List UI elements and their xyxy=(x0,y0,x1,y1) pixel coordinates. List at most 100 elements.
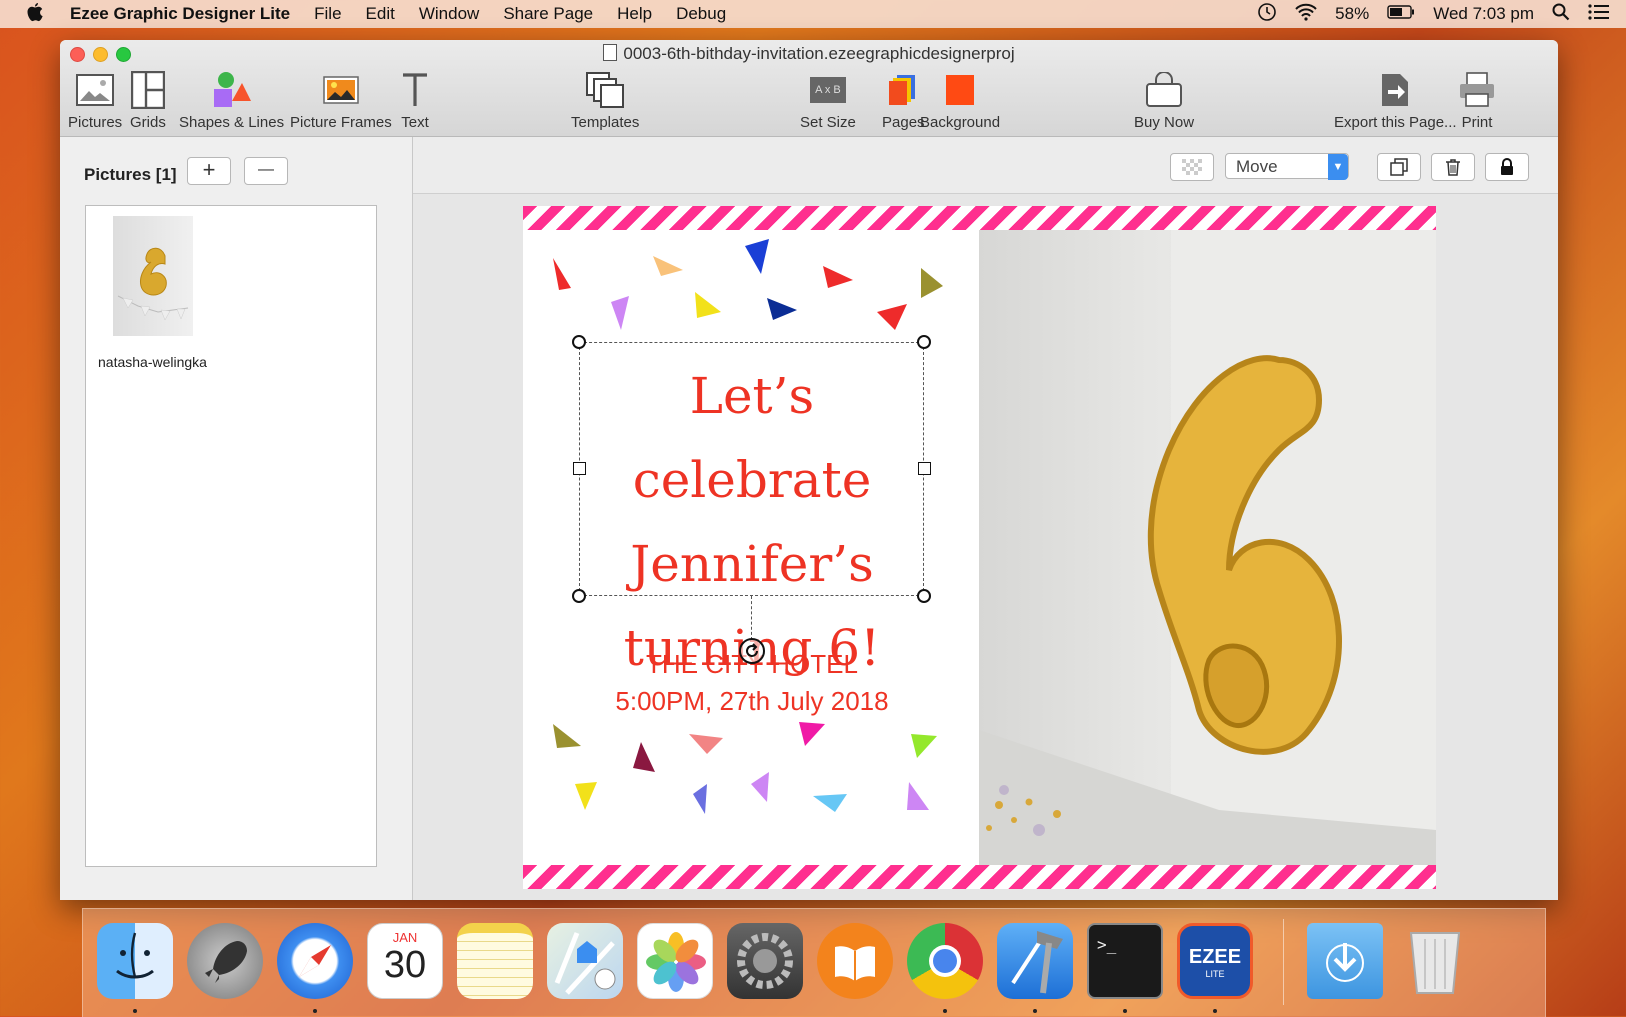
wifi-icon[interactable] xyxy=(1295,3,1317,26)
picture-list: natasha-welingka xyxy=(85,205,377,867)
templates-tool-button[interactable]: Templates xyxy=(571,70,639,131)
safari-icon[interactable] xyxy=(277,923,353,999)
ezee-designer-icon[interactable]: EZEE LITE xyxy=(1177,923,1253,999)
maps-icon[interactable] xyxy=(547,923,623,999)
clock[interactable]: Wed 7:03 pm xyxy=(1433,4,1534,24)
duplicate-button[interactable] xyxy=(1377,153,1421,181)
terminal-icon[interactable]: >_ xyxy=(1087,923,1163,999)
dock-separator xyxy=(1283,919,1284,1005)
text-icon xyxy=(401,70,429,110)
menu-share-page[interactable]: Share Page xyxy=(503,4,593,24)
shapes-tool-button[interactable]: Shapes & Lines xyxy=(179,70,284,131)
spotlight-search-icon[interactable] xyxy=(1552,3,1570,26)
trash-icon xyxy=(1446,159,1460,176)
window-title: 0003-6th-bithday-invitation.ezeegraphicd… xyxy=(60,44,1558,64)
lock-icon xyxy=(1501,158,1513,175)
running-indicator xyxy=(1213,1009,1217,1013)
calendar-month: JAN xyxy=(392,930,418,945)
photos-icon[interactable] xyxy=(637,923,713,999)
printer-icon xyxy=(1458,70,1496,110)
ezee-label: EZEE xyxy=(1188,946,1242,968)
notes-icon[interactable] xyxy=(457,923,533,999)
pages-icon xyxy=(887,70,919,110)
canvas-area: Move ▼ Let’s celebrate Jennifer’s turnin… xyxy=(413,137,1558,900)
design-page[interactable]: Let’s celebrate Jennifer’s turning 6! TH… xyxy=(523,206,1436,889)
running-indicator xyxy=(313,1009,317,1013)
templates-label: Templates xyxy=(571,114,640,131)
running-indicator xyxy=(943,1009,947,1013)
rotation-connector xyxy=(751,596,752,640)
balloon-photo[interactable] xyxy=(979,230,1436,865)
add-picture-button[interactable]: + xyxy=(187,157,231,185)
finder-icon[interactable] xyxy=(97,923,173,999)
pictures-panel: Pictures [1] + — natasha-welingka xyxy=(60,137,413,900)
tool-mode-value: Move xyxy=(1236,157,1278,176)
downloads-folder-icon[interactable] xyxy=(1307,923,1383,999)
delete-button[interactable] xyxy=(1431,153,1475,181)
ezee-sub-label: LITE xyxy=(1205,969,1225,979)
buy-now-button[interactable]: Buy Now xyxy=(1134,70,1194,131)
background-label: Background xyxy=(920,114,1001,131)
set-size-icon-text: A x B xyxy=(809,77,846,103)
resize-handle-left[interactable] xyxy=(573,462,586,475)
time-machine-icon[interactable] xyxy=(1257,2,1277,27)
text-tool-button[interactable]: Text xyxy=(401,70,429,131)
running-indicator xyxy=(133,1009,137,1013)
menu-window[interactable]: Window xyxy=(419,4,479,24)
picture-frames-tool-button[interactable]: Picture Frames xyxy=(290,70,392,131)
resize-handle-top-right[interactable] xyxy=(917,335,931,349)
pages-label: Pages xyxy=(882,114,925,131)
battery-percent[interactable]: 58% xyxy=(1335,4,1369,24)
pictures-tool-button[interactable]: Pictures xyxy=(68,70,122,131)
resize-handle-right[interactable] xyxy=(918,462,931,475)
system-preferences-icon[interactable] xyxy=(727,923,803,999)
window-title-text: 0003-6th-bithday-invitation.ezeegraphicd… xyxy=(623,44,1015,63)
pages-tool-button[interactable]: Pages xyxy=(882,70,925,131)
background-tool-button[interactable]: Background xyxy=(920,70,1000,131)
battery-icon[interactable] xyxy=(1387,4,1415,24)
bottom-stripe-border xyxy=(523,865,1436,889)
export-page-button[interactable]: Export this Page... xyxy=(1334,70,1457,131)
menu-debug[interactable]: Debug xyxy=(676,4,726,24)
resize-handle-bottom-left[interactable] xyxy=(572,589,586,603)
notification-center-icon[interactable] xyxy=(1588,3,1610,25)
buy-now-label: Buy Now xyxy=(1134,114,1195,131)
selection-box xyxy=(579,342,924,596)
grids-tool-button[interactable]: Grids xyxy=(130,70,166,131)
picture-thumbnail[interactable] xyxy=(113,216,193,336)
pictures-label: Pictures xyxy=(68,114,123,131)
set-size-icon: A x B xyxy=(809,70,846,110)
running-indicator xyxy=(1033,1009,1037,1013)
chrome-icon[interactable] xyxy=(907,923,983,999)
templates-icon xyxy=(585,70,625,110)
menu-file[interactable]: File xyxy=(314,4,341,24)
terminal-prompt: >_ xyxy=(1097,935,1117,954)
launchpad-icon[interactable] xyxy=(187,923,263,999)
print-button[interactable]: Print xyxy=(1458,70,1496,131)
resize-handle-bottom-right[interactable] xyxy=(917,589,931,603)
print-label: Print xyxy=(1461,114,1493,131)
rotate-handle-icon[interactable] xyxy=(739,638,765,664)
remove-picture-button[interactable]: — xyxy=(244,157,288,185)
tool-mode-select[interactable]: Move ▼ xyxy=(1225,153,1349,180)
status-area: 58% Wed 7:03 pm xyxy=(1257,0,1610,28)
menu-edit[interactable]: Edit xyxy=(366,4,395,24)
ibooks-icon[interactable] xyxy=(817,923,893,999)
menu-bar: Ezee Graphic Designer Lite File Edit Win… xyxy=(0,0,1626,28)
picture-caption: natasha-welingka xyxy=(98,354,207,370)
set-size-tool-button[interactable]: A x B Set Size xyxy=(800,70,856,131)
xcode-icon[interactable] xyxy=(997,923,1073,999)
pictures-panel-title: Pictures [1] xyxy=(84,165,177,184)
trash-icon[interactable] xyxy=(1397,923,1473,999)
menu-help[interactable]: Help xyxy=(617,4,652,24)
apple-menu-icon[interactable] xyxy=(26,2,48,27)
lock-button[interactable] xyxy=(1485,153,1529,181)
resize-handle-top-left[interactable] xyxy=(572,335,586,349)
calendar-icon[interactable]: JAN 30 xyxy=(367,923,443,999)
canvas-toolbar: Move ▼ xyxy=(413,137,1558,194)
export-icon xyxy=(1380,70,1410,110)
grids-label: Grids xyxy=(130,114,166,131)
app-name[interactable]: Ezee Graphic Designer Lite xyxy=(70,4,290,24)
running-indicator xyxy=(1123,1009,1127,1013)
transparency-button[interactable] xyxy=(1170,153,1214,181)
